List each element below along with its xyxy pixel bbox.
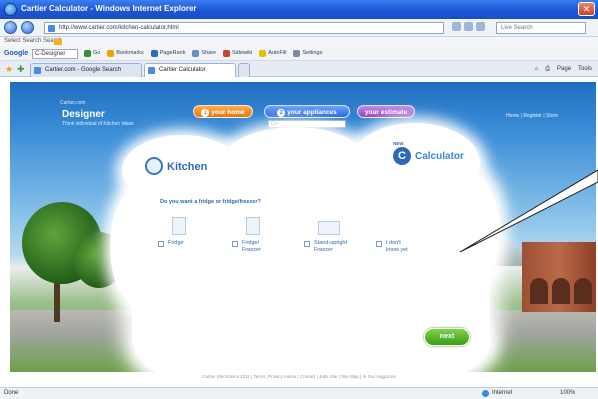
- option-label: Fridge: [168, 240, 184, 246]
- tools-menu[interactable]: Tools: [578, 66, 592, 72]
- your-estimate-button[interactable]: your estimate: [357, 105, 415, 118]
- kitchen-icon: [145, 157, 163, 175]
- sidewiki-icon: [223, 50, 231, 57]
- top-links[interactable]: Home | Register | Store: [506, 113, 558, 119]
- go-icon: [84, 50, 91, 57]
- tab-google-search[interactable]: Cartier.com - Google Search: [30, 63, 142, 77]
- navigation-bar: http://www.cartier.com/kitchen-calculato…: [0, 19, 598, 37]
- fridge-freezer-image: [246, 217, 260, 235]
- back-button[interactable]: [4, 21, 17, 34]
- search-input[interactable]: Live Search: [496, 22, 586, 34]
- google-item[interactable]: Sidewiki: [223, 50, 252, 57]
- status-text: Done: [4, 390, 19, 396]
- mini-search-placeholder: Go: [271, 121, 278, 127]
- google-item[interactable]: Bookmarks: [107, 50, 144, 57]
- search-placeholder: Live Search: [501, 25, 533, 31]
- building-arch: [552, 278, 570, 304]
- google-logo: Google: [4, 50, 29, 57]
- your-home-button[interactable]: 1 your home: [193, 105, 253, 118]
- cartier-favicon-icon: [148, 67, 155, 74]
- dont-know-checkbox[interactable]: [376, 241, 382, 247]
- upright-freezer-checkbox[interactable]: [304, 241, 310, 247]
- brick-building: [522, 242, 596, 312]
- option-fridge-freezer[interactable]: Fridge/ Freezer: [232, 217, 292, 257]
- zoom-level[interactable]: 100%: [560, 390, 575, 396]
- google-item[interactable]: PageRank: [150, 50, 185, 57]
- print-icon[interactable]: ⎙: [545, 66, 550, 72]
- fridge-freezer-checkbox[interactable]: [232, 241, 238, 247]
- building-arch: [530, 278, 548, 304]
- option-label: Fridge/ Freezer: [242, 240, 261, 253]
- close-window-button[interactable]: ✕: [578, 2, 595, 16]
- go-icon[interactable]: [476, 22, 485, 31]
- add-favorite-icon[interactable]: ✚: [17, 64, 25, 75]
- designer-subtitle: Think individual of Kitchen Ideas: [62, 121, 134, 127]
- share-icon: [192, 50, 200, 57]
- next-button[interactable]: next: [424, 328, 470, 346]
- google-search-input[interactable]: C-Designer: [32, 49, 78, 59]
- calculator-title: Calculator: [415, 151, 464, 162]
- internet-zone-icon: [482, 390, 489, 397]
- fridge-checkbox[interactable]: [158, 241, 164, 247]
- page-footer[interactable]: Cartier Electronics 2011 | Terms, Privac…: [0, 374, 598, 379]
- nav-icons: [452, 22, 492, 34]
- fridge-question: Do you want a fridge or fridge/freezer?: [160, 199, 261, 205]
- google-toolbar-items: Go Bookmarks PageRank Share Sidewiki Aut…: [84, 50, 327, 59]
- google-favicon-icon: [34, 67, 41, 74]
- forward-button[interactable]: [21, 21, 34, 34]
- status-bar: Done Internet 100%: [0, 387, 598, 399]
- option-label: I don't know yet: [386, 240, 408, 253]
- star-icon: [107, 50, 115, 57]
- google-toolbar: Google C-Designer Go Bookmarks PageRank …: [0, 47, 598, 61]
- tab-label: Cartier Calculator: [159, 67, 206, 73]
- page-icon: [48, 25, 55, 32]
- address-bar[interactable]: http://www.cartier.com/kitchen-calculato…: [44, 22, 444, 34]
- google-item[interactable]: Settings: [293, 50, 322, 57]
- google-item[interactable]: Go: [84, 50, 100, 57]
- fridge-image: [172, 217, 186, 235]
- option-label: Stand-upright Freezer: [314, 240, 348, 253]
- wrench-icon: [293, 50, 301, 57]
- autofill-icon: [259, 50, 267, 57]
- pill-label: your appliances: [287, 109, 337, 116]
- google-search-value: C-Designer: [35, 51, 66, 57]
- calculator-new-tag: NEW: [393, 141, 404, 146]
- step-number: 2: [277, 109, 286, 117]
- pill-label: your estimate: [364, 109, 408, 116]
- refresh-icon[interactable]: [452, 22, 461, 31]
- page-viewport: Cartier.com Designer Think individual of…: [0, 77, 598, 387]
- tab-bar: ★ ✚ Cartier.com - Google Search Cartier …: [0, 61, 598, 77]
- tab-cartier-calculator[interactable]: Cartier Calculator: [144, 63, 236, 77]
- freezer-image: [318, 221, 340, 235]
- calculator-logo-icon: C: [393, 147, 411, 165]
- security-zone: Internet: [492, 390, 513, 396]
- window-titlebar: Cartier Calculator - Windows Internet Ex…: [0, 0, 598, 19]
- favorites-star-icon[interactable]: ★: [5, 64, 13, 75]
- page-menu[interactable]: Page: [557, 66, 571, 72]
- pill-label: your home: [211, 109, 245, 116]
- kitchen-title: Kitchen: [167, 161, 208, 173]
- tab-tools: ⌂ ⎙ Page Tools: [530, 65, 592, 73]
- site-logo[interactable]: Cartier.com: [60, 100, 86, 106]
- links-bar: Select Search Search: [0, 37, 598, 47]
- building-arch: [574, 278, 592, 304]
- your-appliances-button[interactable]: 2 your appliances: [264, 105, 350, 118]
- window-title: Cartier Calculator - Windows Internet Ex…: [21, 4, 197, 13]
- highlight-icon[interactable]: [54, 39, 62, 45]
- google-item[interactable]: AutoFill: [259, 50, 287, 57]
- address-text: http://www.cartier.com/kitchen-calculato…: [59, 25, 179, 31]
- designer-heading: Designer: [62, 109, 105, 120]
- step-number: 1: [201, 109, 210, 117]
- tab-label: Cartier.com - Google Search: [45, 67, 122, 73]
- option-fridge[interactable]: Fridge: [158, 217, 218, 257]
- stop-icon[interactable]: [464, 22, 473, 31]
- new-tab-button[interactable]: [238, 63, 250, 77]
- option-dont-know[interactable]: I don't know yet: [376, 217, 436, 257]
- google-item[interactable]: Share: [192, 50, 216, 57]
- ie-logo-icon: [4, 3, 17, 16]
- option-upright-freezer[interactable]: Stand-upright Freezer: [304, 217, 364, 257]
- home-icon[interactable]: ⌂: [535, 66, 539, 72]
- pagerank-icon: [150, 50, 158, 57]
